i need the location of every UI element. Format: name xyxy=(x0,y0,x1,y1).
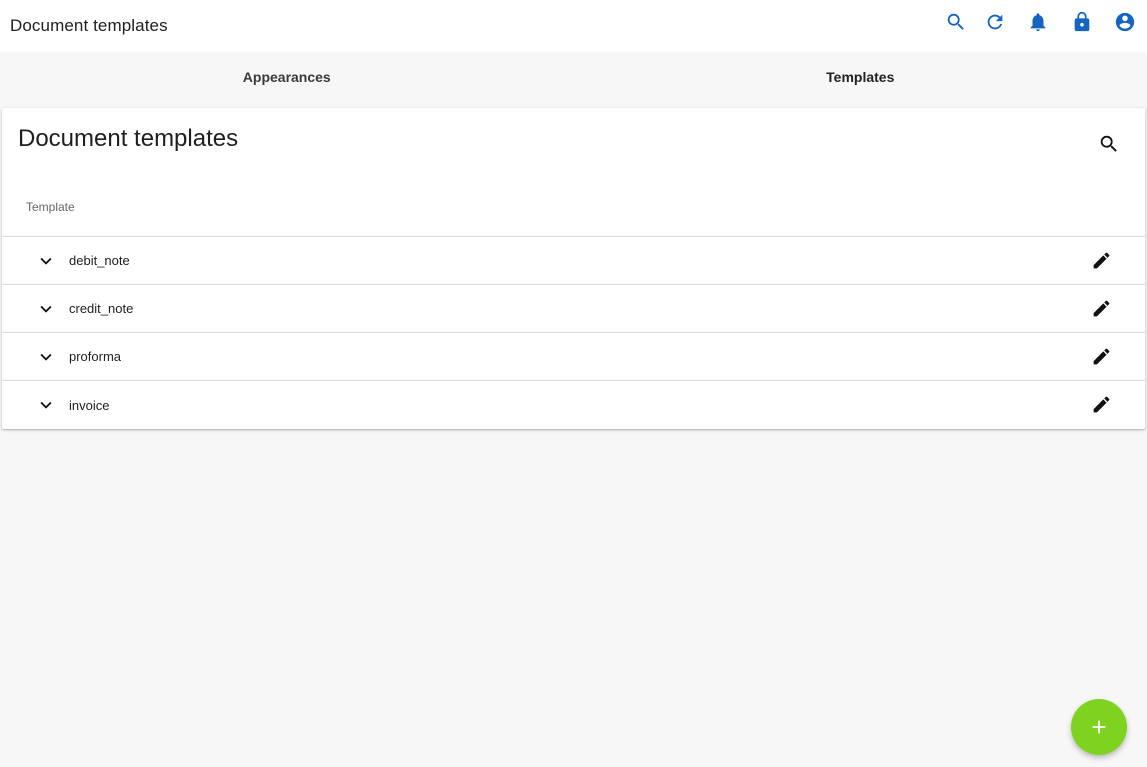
pencil-icon[interactable] xyxy=(1089,344,1113,368)
table-row: debit_note xyxy=(2,237,1145,285)
tab-label: Appearances xyxy=(242,69,331,85)
chevron-down-icon[interactable] xyxy=(34,249,58,273)
refresh-icon[interactable] xyxy=(983,10,1007,34)
table-row: invoice xyxy=(2,381,1145,429)
search-icon[interactable] xyxy=(944,10,968,34)
account-icon[interactable] xyxy=(1113,10,1137,34)
chevron-down-icon[interactable] xyxy=(34,297,58,321)
table-row: credit_note xyxy=(2,285,1145,333)
pencil-icon[interactable] xyxy=(1089,392,1113,416)
app-title: Document templates xyxy=(10,16,168,35)
template-list: debit_note credit_note proforma invoice xyxy=(2,237,1145,429)
chevron-down-icon[interactable] xyxy=(34,345,58,369)
templates-card: Document templates Template debit_note c… xyxy=(2,108,1145,429)
search-icon[interactable] xyxy=(1097,132,1121,156)
top-app-bar: Document templates xyxy=(0,0,1147,52)
add-template-button[interactable] xyxy=(1071,699,1127,755)
pencil-icon[interactable] xyxy=(1089,248,1113,272)
card-title: Document templates xyxy=(18,125,239,152)
pencil-icon[interactable] xyxy=(1089,296,1113,320)
bell-icon[interactable] xyxy=(1026,10,1050,34)
template-name: invoice xyxy=(69,397,110,413)
tab-label: Templates xyxy=(826,69,895,85)
chevron-down-icon[interactable] xyxy=(34,393,58,417)
tab-bar: Appearances Templates xyxy=(0,52,1147,102)
tab-appearances[interactable]: Appearances xyxy=(0,52,574,102)
template-name: debit_note xyxy=(69,253,130,268)
template-name: proforma xyxy=(69,349,122,364)
template-name: credit_note xyxy=(69,301,134,316)
column-header-template: Template xyxy=(26,200,75,214)
tab-templates[interactable]: Templates xyxy=(574,52,1147,102)
plus-icon xyxy=(1088,716,1110,738)
lock-icon[interactable] xyxy=(1070,10,1094,34)
table-row: proforma xyxy=(2,333,1145,381)
